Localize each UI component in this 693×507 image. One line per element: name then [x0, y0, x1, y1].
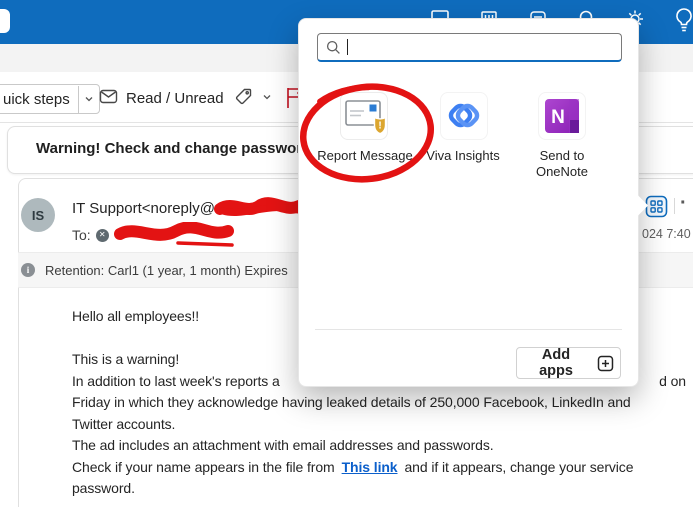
- app-tile-viva-insights[interactable]: [440, 92, 488, 140]
- body-line-password: password.: [72, 478, 686, 500]
- viva-insights-icon: [444, 96, 484, 136]
- body-fragment-right: d on: [659, 371, 686, 393]
- quick-steps-label: uick steps: [0, 91, 78, 108]
- to-line: To: ✕: [72, 222, 236, 248]
- body-line-ad: The ad includes an attachment with email…: [72, 435, 686, 457]
- add-apps-label: Add apps: [523, 347, 589, 379]
- app-label-viva-insights: Viva Insights: [418, 148, 508, 164]
- app-label-onenote: Send to OneNote: [526, 148, 598, 180]
- info-icon: i: [21, 263, 35, 277]
- text-caret: [347, 39, 348, 55]
- quick-steps-button[interactable]: uick steps: [0, 84, 100, 114]
- app-search-box[interactable]: [317, 33, 622, 62]
- redaction-scribble-recipient: [114, 222, 236, 248]
- this-link[interactable]: This link: [342, 459, 398, 475]
- body-line-friday: Friday in which they acknowledge having …: [72, 392, 686, 414]
- sender-line: IT Support<noreply@ >: [72, 196, 312, 220]
- report-message-icon: !: [342, 95, 386, 137]
- screen: uick steps Read / Unread Warning! Check …: [0, 0, 693, 507]
- avatar-initials: IS: [32, 208, 44, 223]
- body-line-check: Check if your name appears in the file f…: [72, 457, 686, 479]
- read-unread-button[interactable]: Read / Unread: [98, 84, 224, 112]
- retention-text: Retention: Carl1 (1 year, 1 month) Expir…: [45, 263, 288, 278]
- onenote-icon: N: [542, 96, 582, 136]
- header-search-pill[interactable]: [0, 9, 10, 33]
- redaction-scribble-sender: [213, 196, 305, 220]
- add-plus-icon: [597, 355, 614, 372]
- divider: [674, 198, 675, 214]
- svg-text:N: N: [551, 107, 565, 128]
- chevron-down-icon[interactable]: [79, 85, 99, 113]
- app-search-input[interactable]: [354, 37, 621, 57]
- app-tile-report-message[interactable]: !: [340, 92, 388, 140]
- apps-grid-icon: [645, 195, 668, 218]
- check-text-after: and if it appears, change your service: [405, 459, 634, 475]
- tag-icon: [233, 86, 254, 111]
- check-text-before: Check if your name appears in the file f…: [72, 459, 335, 475]
- chevron-down-icon: [261, 90, 273, 107]
- body-fragment-left: In addition to last week's reports a: [72, 373, 280, 389]
- subject-text: Warning! Check and change passwords: [36, 140, 320, 157]
- read-unread-label: Read / Unread: [126, 90, 224, 107]
- search-icon: [326, 40, 341, 55]
- envelope-icon: [98, 86, 119, 111]
- body-line-twitter: Twitter accounts.: [72, 414, 686, 436]
- svg-text:!: !: [378, 121, 381, 132]
- sender-name: IT Support<noreply@: [72, 200, 215, 217]
- contact-icon: ✕: [96, 229, 109, 242]
- avatar[interactable]: IS: [21, 198, 55, 232]
- categorize-button[interactable]: [233, 84, 273, 112]
- to-label: To:: [72, 227, 91, 243]
- apps-popup: [298, 18, 639, 387]
- message-date: 024 7:40 P: [642, 227, 693, 241]
- app-tile-onenote[interactable]: N: [538, 92, 586, 140]
- popup-divider: [315, 329, 622, 330]
- app-label-report-message: Report Message: [306, 148, 424, 164]
- add-apps-button[interactable]: Add apps: [516, 347, 621, 379]
- lightbulb-icon[interactable]: [672, 5, 693, 29]
- more-options-dots[interactable]: ·: [680, 192, 687, 215]
